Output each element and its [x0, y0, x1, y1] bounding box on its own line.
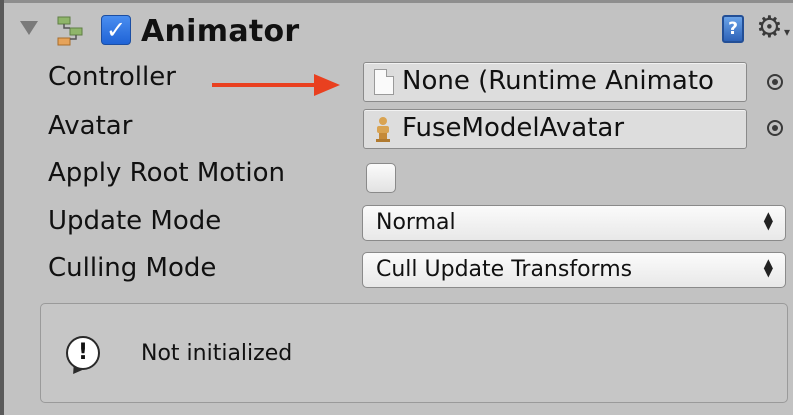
info-icon: !	[66, 336, 100, 370]
avatar-object-picker-icon[interactable]	[767, 120, 783, 136]
controller-label: Controller	[48, 62, 176, 92]
annotation-arrow	[212, 83, 316, 87]
animator-component-icon	[57, 16, 83, 46]
foldout-triangle-icon[interactable]	[20, 21, 38, 35]
info-helpbox: ! Not initialized	[40, 303, 788, 403]
annotation-arrow-head	[314, 74, 340, 96]
avatar-value: FuseModelAvatar	[402, 113, 625, 143]
component-enabled-checkbox[interactable]: ✓	[101, 15, 131, 45]
file-icon	[374, 69, 394, 95]
controller-value: None (Runtime Animato	[402, 66, 714, 96]
component-title: Animator	[141, 14, 300, 49]
avatar-object-field[interactable]: FuseModelAvatar	[363, 109, 747, 149]
avatar-label: Avatar	[48, 111, 133, 141]
culling-mode-label: Culling Mode	[48, 253, 217, 283]
component-header[interactable]: ✓ Animator ? ⚙ ▾	[4, 3, 793, 63]
gear-dropdown-caret-icon[interactable]: ▾	[784, 25, 790, 39]
update-mode-value: Normal	[376, 210, 456, 235]
dropdown-arrows-icon: ▲ ▼	[763, 209, 773, 232]
avatar-icon	[376, 117, 390, 142]
update-mode-dropdown[interactable]: Normal ▲ ▼	[362, 205, 786, 241]
gear-icon[interactable]: ⚙	[756, 10, 783, 45]
culling-mode-dropdown[interactable]: Cull Update Transforms ▲ ▼	[362, 252, 786, 288]
update-mode-label: Update Mode	[48, 206, 222, 236]
controller-object-field[interactable]: None (Runtime Animato	[363, 62, 747, 102]
help-book-icon[interactable]: ?	[722, 15, 744, 43]
apply-root-motion-checkbox[interactable]	[366, 163, 396, 193]
helpbox-message: Not initialized	[141, 341, 293, 366]
controller-object-picker-icon[interactable]	[767, 74, 783, 90]
dropdown-arrows-icon: ▲ ▼	[763, 256, 773, 279]
apply-root-motion-label: Apply Root Motion	[48, 158, 285, 188]
culling-mode-value: Cull Update Transforms	[376, 257, 633, 282]
